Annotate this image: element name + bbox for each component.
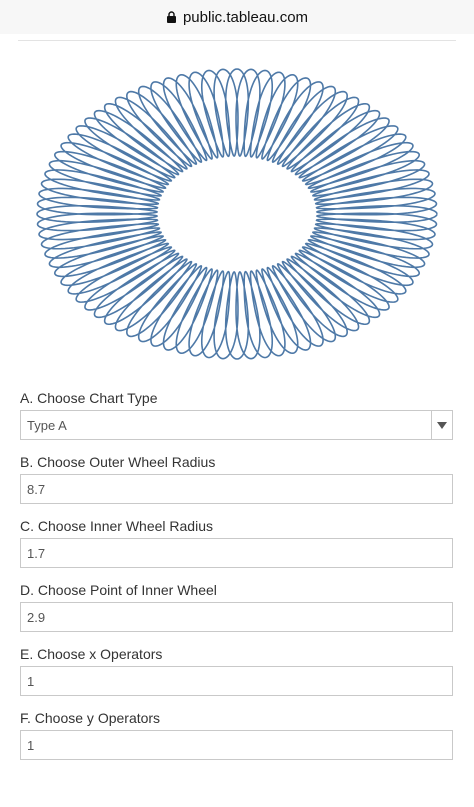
- inner-point-value: 2.9: [27, 609, 46, 625]
- y-operators-input[interactable]: 1: [20, 730, 453, 760]
- chart-type-select[interactable]: Type A: [20, 410, 453, 440]
- y-operators-label: F. Choose y Operators: [20, 710, 161, 726]
- y-operators-value: 1: [27, 737, 35, 753]
- inner-point-label: D. Choose Point of Inner Wheel: [20, 582, 217, 598]
- inner-point-input[interactable]: 2.9: [20, 602, 453, 632]
- url-text: public.tableau.com: [182, 8, 309, 26]
- divider: [18, 40, 456, 41]
- spirograph-chart[interactable]: [32, 64, 442, 364]
- spirograph-curve[interactable]: [36, 68, 438, 360]
- x-operators-label: E. Choose x Operators: [20, 646, 163, 662]
- outer-radius-input[interactable]: 8.7: [20, 474, 453, 504]
- inner-radius-input[interactable]: 1.7: [20, 538, 453, 568]
- outer-radius-value: 8.7: [27, 481, 46, 497]
- chart-type-label: A. Choose Chart Type: [20, 390, 158, 406]
- address-bar[interactable]: public.tableau.com: [0, 0, 474, 34]
- inner-radius-value: 1.7: [27, 545, 46, 561]
- x-operators-input[interactable]: 1: [20, 666, 453, 696]
- dropdown-arrow-icon[interactable]: [431, 411, 452, 439]
- lock-icon: [166, 11, 176, 23]
- inner-radius-label: C. Choose Inner Wheel Radius: [20, 518, 213, 534]
- chart-type-value: Type A: [27, 417, 67, 433]
- outer-radius-label: B. Choose Outer Wheel Radius: [20, 454, 216, 470]
- x-operators-value: 1: [27, 673, 35, 689]
